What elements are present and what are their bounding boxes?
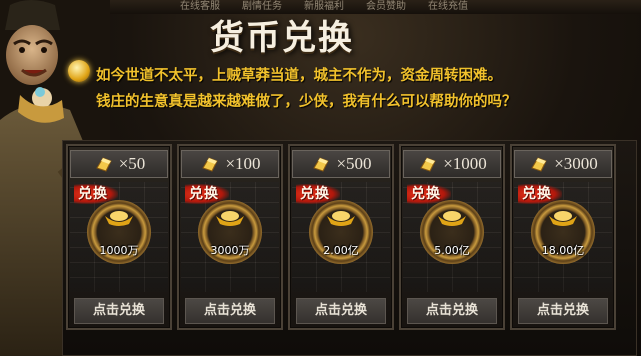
exchange-card: ×50 兑换 1000万 点击兑换	[66, 144, 172, 330]
card-stage: 兑换 1000万	[70, 182, 168, 292]
dialog-line-2: 钱庄的生意真是越来越难做了，少侠，我有什么可以帮助你的吗？	[96, 93, 517, 110]
amount-text: ×1000	[443, 154, 487, 173]
amount-text: ×50	[118, 154, 146, 173]
amount-text: ×500	[336, 154, 372, 173]
gold-bar-icon	[202, 157, 219, 172]
exchange-card: ×3000 兑换 18.00亿 点击兑换	[510, 144, 616, 330]
yuanbao-value: 18.00亿	[541, 244, 585, 257]
gold-ingot-icon	[438, 211, 466, 226]
currency-exchange-screen: 在线客服 剧情任务 新服福利 会员赞助 在线充值 货币兑换 如今世道不太平，上贼…	[0, 0, 641, 356]
gold-bar-icon	[95, 157, 112, 172]
npc-dialog: 如今世道不太平，上贼草莽当道，城主不作为，资金周转困难。 钱庄的生意真是越来越难…	[96, 63, 636, 115]
gold-ingot-icon	[327, 211, 355, 226]
card-stage: 兑换 3000万	[181, 182, 279, 292]
card-stage: 兑换 2.00亿	[292, 182, 390, 292]
yuanbao-value: 3000万	[210, 244, 250, 257]
gold-ingot-icon	[549, 211, 577, 226]
gold-ingot-icon	[216, 211, 244, 226]
gold-ingot-icon	[105, 211, 133, 226]
menu-item-recharge[interactable]: 在线充值	[428, 0, 468, 14]
amount-text: ×3000	[554, 154, 598, 173]
card-stage: 兑换 5.00亿	[403, 182, 501, 292]
yuanbao-value: 2.00亿	[323, 244, 359, 257]
gold-coins-icon	[68, 60, 90, 82]
exchange-card: ×100 兑换 3000万 点击兑换	[177, 144, 283, 330]
yuanbao-value: 1000万	[99, 244, 139, 257]
dialog-line-1: 如今世道不太平，上贼草莽当道，城主不作为，资金周转困难。	[96, 67, 502, 84]
amount-bar: ×3000	[514, 150, 612, 178]
exchange-button[interactable]: 点击兑换	[185, 298, 275, 324]
card-stage: 兑换 18.00亿	[514, 182, 612, 292]
amount-bar: ×50	[70, 150, 168, 178]
yuanbao-value: 5.00亿	[434, 244, 470, 257]
exchange-button[interactable]: 点击兑换	[74, 298, 164, 324]
amount-text: ×100	[225, 154, 261, 173]
gold-bar-icon	[313, 157, 330, 172]
exchange-card: ×500 兑换 2.00亿 点击兑换	[288, 144, 394, 330]
exchange-button[interactable]: 点击兑换	[407, 298, 497, 324]
amount-bar: ×100	[181, 150, 279, 178]
gold-bar-icon	[531, 157, 547, 172]
page-title: 货币兑换	[210, 18, 354, 58]
amount-bar: ×1000	[403, 150, 501, 178]
exchange-button[interactable]: 点击兑换	[296, 298, 386, 324]
gold-bar-icon	[420, 157, 436, 172]
amount-bar: ×500	[292, 150, 390, 178]
exchange-button[interactable]: 点击兑换	[518, 298, 608, 324]
exchange-card: ×1000 兑换 5.00亿 点击兑换	[399, 144, 505, 330]
